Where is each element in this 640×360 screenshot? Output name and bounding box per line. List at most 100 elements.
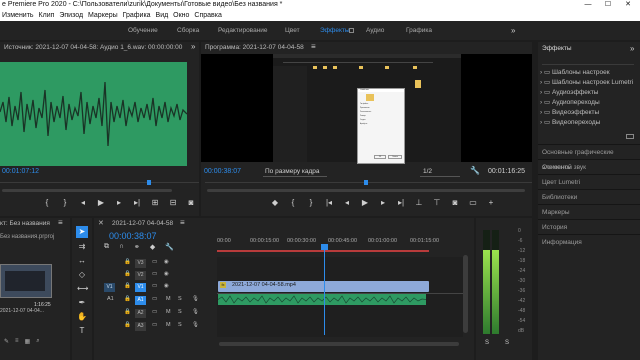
nest-icon[interactable]: ⧉ bbox=[104, 243, 109, 251]
timeline-menu-icon[interactable]: ≡ bbox=[180, 218, 185, 227]
slip-tool-icon[interactable]: ⟷ bbox=[77, 284, 88, 294]
workspace-tab-graphics[interactable]: Графика bbox=[406, 21, 432, 40]
mark-out-icon[interactable]: } bbox=[60, 198, 70, 208]
mark-in-icon[interactable]: { bbox=[288, 198, 298, 208]
linked-selection-icon[interactable]: ⚭ bbox=[134, 243, 140, 251]
resolution-dropdown[interactable]: 1/2 bbox=[420, 166, 460, 177]
workspace-tab-editing[interactable]: Редактирование bbox=[218, 21, 268, 40]
program-menu-icon[interactable]: ≡ bbox=[311, 42, 316, 51]
program-zoom-scroll[interactable] bbox=[205, 188, 532, 193]
timeline-ruler[interactable]: 00:00 00:00:15:00 00:00:30:00 00:00:45:0… bbox=[217, 238, 463, 248]
lift-icon[interactable]: ⊥ bbox=[414, 198, 424, 208]
sync-lock-icon[interactable]: ▭ bbox=[152, 259, 157, 265]
export-frame-icon[interactable]: ◙ bbox=[450, 198, 460, 208]
workspaces-more-button[interactable]: » bbox=[511, 21, 515, 40]
side-panel-essential-sound[interactable]: Основной звук bbox=[538, 159, 640, 174]
eye-icon[interactable]: ◉ bbox=[164, 271, 169, 277]
source-playhead[interactable] bbox=[147, 180, 151, 185]
mark-out-icon[interactable]: } bbox=[306, 198, 316, 208]
sync-lock-icon[interactable]: ▭ bbox=[152, 322, 157, 328]
export-frame-icon[interactable]: ◙ bbox=[186, 198, 196, 208]
step-back-icon[interactable]: ◂ bbox=[342, 198, 352, 208]
track-label-a3[interactable]: A3 bbox=[135, 322, 146, 331]
eye-icon[interactable]: ◉ bbox=[164, 259, 169, 265]
solo-left-button[interactable]: S bbox=[485, 340, 489, 346]
sync-lock-icon[interactable]: ▭ bbox=[152, 271, 157, 277]
play-icon[interactable]: ▶ bbox=[360, 198, 370, 208]
menu-view[interactable]: Вид bbox=[156, 12, 169, 19]
track-select-tool-icon[interactable]: ⇉ bbox=[77, 242, 87, 252]
side-panel-lumetri-color[interactable]: Цвет Lumetri bbox=[538, 174, 640, 189]
audio-clip[interactable] bbox=[217, 294, 427, 305]
hand-tool-icon[interactable]: ✋ bbox=[77, 312, 87, 322]
dialog-ok-button[interactable]: OK bbox=[374, 155, 386, 159]
track-label-a1[interactable]: A1 bbox=[135, 296, 146, 305]
microphone-icon[interactable]: 🎙 bbox=[192, 322, 199, 328]
side-panel-history[interactable]: История bbox=[538, 219, 640, 234]
type-tool-icon[interactable]: T bbox=[77, 326, 87, 336]
effects-item-video-transitions[interactable]: › ▭ Видеопереходы bbox=[540, 118, 640, 128]
timeline-timecode[interactable]: 00:00:38:07 bbox=[109, 231, 157, 241]
step-forward-icon[interactable]: ▸ bbox=[114, 198, 124, 208]
mute-button[interactable]: M bbox=[166, 322, 171, 328]
play-icon[interactable]: ▶ bbox=[96, 198, 106, 208]
solo-right-button[interactable]: S bbox=[505, 340, 509, 346]
step-back-icon[interactable]: ◂ bbox=[78, 198, 88, 208]
menu-clip[interactable]: Клип bbox=[39, 12, 55, 19]
search-icon[interactable]: ⌕ bbox=[36, 338, 39, 346]
effects-more-button[interactable]: » bbox=[630, 42, 634, 56]
razor-tool-icon[interactable]: ◇ bbox=[77, 270, 87, 280]
add-marker-icon[interactable]: ◆ bbox=[150, 243, 155, 251]
mark-in-icon[interactable]: { bbox=[42, 198, 52, 208]
side-panel-info[interactable]: Информация bbox=[538, 234, 640, 249]
effects-item-lumetri-presets[interactable]: › ▭ Шаблоны настроек Lumetri bbox=[540, 78, 640, 88]
wrench-icon[interactable]: 🔧 bbox=[470, 166, 480, 175]
timeline-horizontal-scrollbar[interactable] bbox=[217, 341, 467, 347]
overwrite-icon[interactable]: ⊟ bbox=[168, 198, 178, 208]
solo-button[interactable]: S bbox=[178, 296, 182, 302]
menu-sequence[interactable]: Эпизод bbox=[59, 12, 83, 19]
dialog-cancel-button[interactable]: Отмена bbox=[388, 155, 402, 159]
timeline-playhead-handle[interactable] bbox=[321, 244, 328, 250]
sync-lock-icon[interactable]: ▭ bbox=[152, 309, 157, 315]
effects-item-video-effects[interactable]: › ▭ Видеоэффекты bbox=[540, 108, 640, 118]
lock-icon[interactable]: 🔒 bbox=[124, 283, 131, 289]
track-label-v3[interactable]: V3 bbox=[135, 259, 146, 268]
track-label-a2[interactable]: A2 bbox=[135, 309, 146, 318]
side-panel-essential-graphics[interactable]: Основные графические элементы bbox=[538, 144, 640, 171]
list-view-icon[interactable]: ≡ bbox=[15, 338, 19, 346]
sync-lock-icon[interactable]: ▭ bbox=[152, 283, 157, 289]
pencil-icon[interactable]: ✎ bbox=[4, 338, 9, 346]
add-button-icon[interactable]: + bbox=[486, 198, 496, 208]
lock-icon[interactable]: 🔒 bbox=[124, 271, 131, 277]
insert-icon[interactable]: ⊞ bbox=[150, 198, 160, 208]
effects-item-audio-transitions[interactable]: › ▭ Аудиопереходы bbox=[540, 98, 640, 108]
scroll-thumb[interactable] bbox=[219, 342, 459, 346]
project-menu-icon[interactable]: ≡ bbox=[58, 218, 63, 227]
workspace-tab-color[interactable]: Цвет bbox=[285, 21, 300, 40]
timeline-vertical-scrollbar[interactable] bbox=[462, 245, 469, 335]
maximize-button[interactable]: ☐ bbox=[598, 0, 618, 10]
fit-dropdown[interactable]: По размеру кадра bbox=[263, 166, 327, 177]
minimize-button[interactable]: — bbox=[578, 0, 598, 10]
compare-view-icon[interactable]: ▭ bbox=[468, 198, 478, 208]
microphone-icon[interactable]: 🎙 bbox=[192, 296, 199, 302]
solo-button[interactable]: S bbox=[178, 322, 182, 328]
menu-help[interactable]: Справка bbox=[194, 12, 221, 19]
sequence-tab[interactable]: 2021-12-07 04-04-58 bbox=[112, 218, 173, 229]
lock-icon[interactable]: 🔒 bbox=[124, 322, 131, 328]
mute-button[interactable]: M bbox=[166, 309, 171, 315]
workspace-tab-audio[interactable]: Аудио bbox=[366, 21, 384, 40]
solo-button[interactable]: S bbox=[178, 309, 182, 315]
effects-search-input[interactable] bbox=[542, 58, 634, 65]
workspace-menu-icon[interactable] bbox=[349, 28, 354, 33]
workspace-tab-effects[interactable]: Эффекты bbox=[320, 21, 350, 40]
scroll-thumb[interactable] bbox=[463, 255, 468, 333]
lock-icon[interactable]: 🔒 bbox=[124, 259, 131, 265]
effects-item-audio-effects[interactable]: › ▭ Аудиоэффекты bbox=[540, 88, 640, 98]
close-window-button[interactable]: ✕ bbox=[618, 0, 638, 10]
source-patch-a1[interactable]: A1 bbox=[107, 296, 114, 302]
workspace-tab-assembly[interactable]: Сборка bbox=[177, 21, 199, 40]
add-marker-icon[interactable]: ◆ bbox=[270, 198, 280, 208]
go-to-in-icon[interactable]: |◂ bbox=[324, 198, 334, 208]
